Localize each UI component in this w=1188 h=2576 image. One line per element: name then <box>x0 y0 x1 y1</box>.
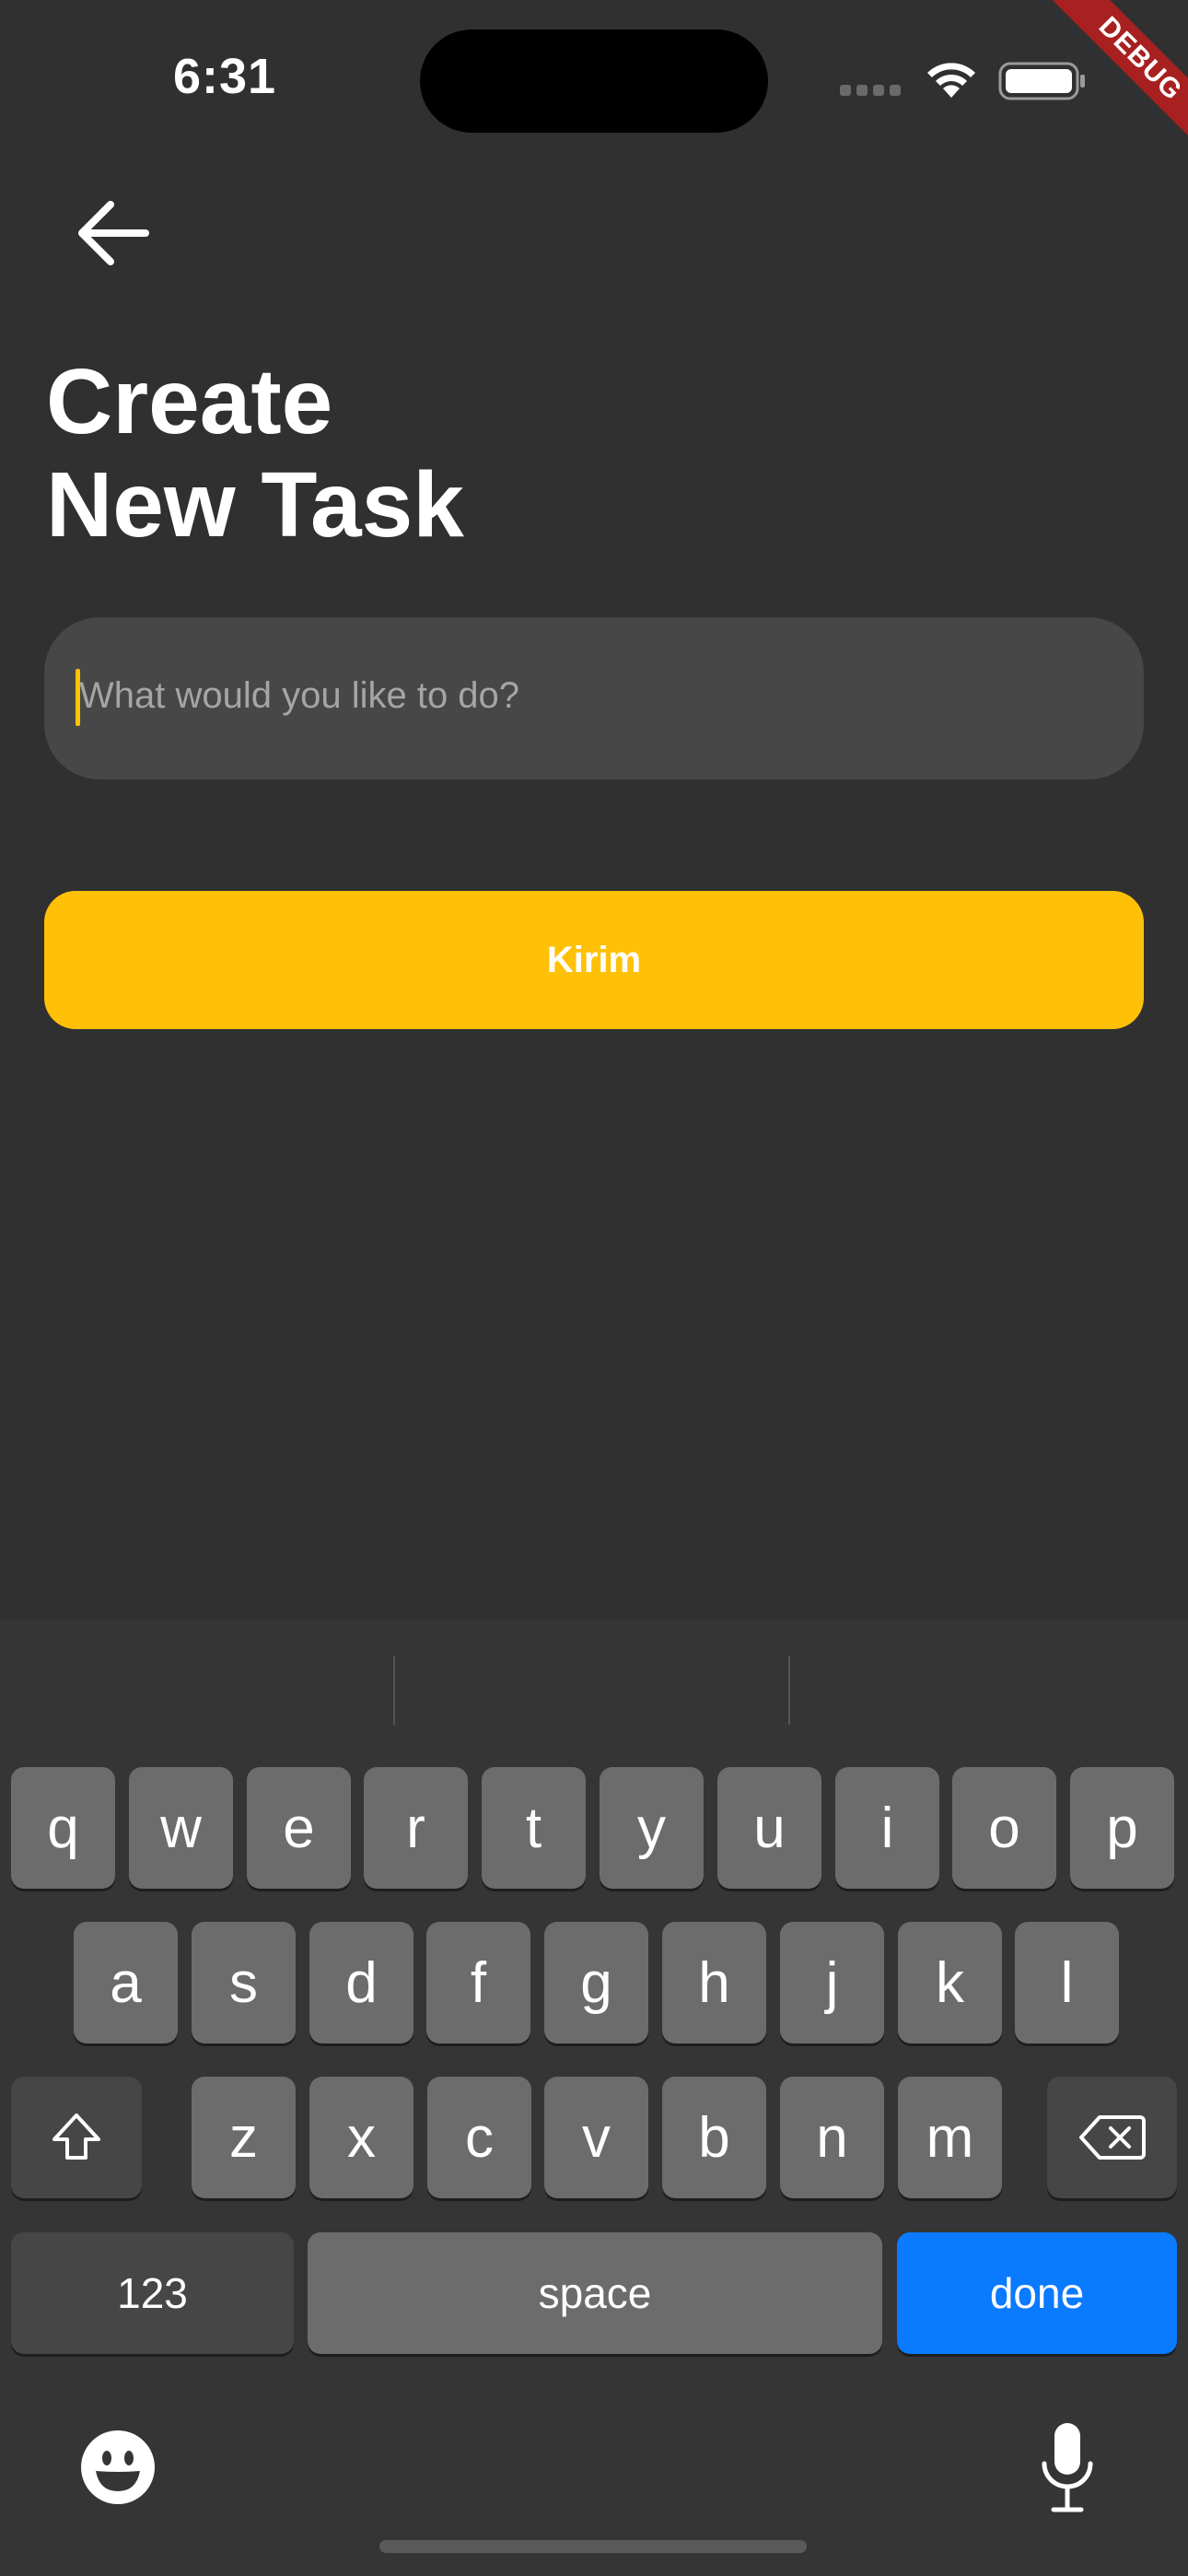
key-x[interactable]: x <box>309 2077 413 2198</box>
microphone-icon[interactable] <box>1039 2421 1096 2513</box>
submit-button-label: Kirim <box>546 939 642 980</box>
key-label: j <box>825 1950 839 2015</box>
arrow-left-icon[interactable] <box>70 192 153 275</box>
cellular-signal-icon <box>840 85 906 98</box>
key-v[interactable]: v <box>544 2077 648 2198</box>
key-o[interactable]: o <box>952 1767 1056 1889</box>
key-label: r <box>406 1796 425 1860</box>
key-e[interactable]: e <box>247 1767 351 1889</box>
key-p[interactable]: p <box>1070 1767 1174 1889</box>
key-y[interactable]: y <box>600 1767 704 1889</box>
key-w[interactable]: w <box>129 1767 233 1889</box>
key-g[interactable]: g <box>544 1922 648 2043</box>
numbers-key-label: 123 <box>117 2269 188 2317</box>
key-label: s <box>229 1950 258 2015</box>
key-c[interactable]: c <box>427 2077 531 2198</box>
key-k[interactable]: k <box>898 1922 1002 2043</box>
key-label: v <box>582 2105 611 2170</box>
key-label: i <box>880 1796 894 1860</box>
key-h[interactable]: h <box>662 1922 766 2043</box>
key-label: l <box>1060 1950 1074 2015</box>
suggestion-divider <box>393 1657 395 1725</box>
key-label: b <box>698 2105 730 2170</box>
status-time: 6:31 <box>173 49 277 104</box>
key-i[interactable]: i <box>835 1767 939 1889</box>
dynamic-island <box>420 29 768 133</box>
key-label: o <box>988 1796 1020 1860</box>
key-j[interactable]: j <box>780 1922 884 2043</box>
delete-key[interactable] <box>1047 2077 1177 2198</box>
key-label: d <box>345 1950 378 2015</box>
shift-key[interactable] <box>11 2077 142 2198</box>
key-label: x <box>347 2105 376 2170</box>
shift-icon <box>52 2113 100 2160</box>
wifi-icon <box>927 63 975 98</box>
submit-button[interactable]: Kirim <box>44 891 1144 1029</box>
key-label: q <box>47 1796 79 1860</box>
space-key[interactable]: space <box>308 2232 882 2354</box>
key-u[interactable]: u <box>717 1767 821 1889</box>
key-label: h <box>698 1950 730 2015</box>
key-t[interactable]: t <box>482 1767 586 1889</box>
space-key-label: space <box>538 2269 652 2317</box>
key-s[interactable]: s <box>192 1922 296 2043</box>
done-key-label: done <box>989 2269 1085 2317</box>
key-label: w <box>160 1796 202 1860</box>
key-label: n <box>816 2105 848 2170</box>
key-label: f <box>470 1950 487 2015</box>
numbers-key[interactable]: 123 <box>11 2232 294 2354</box>
key-label: g <box>580 1950 612 2015</box>
emoji-icon[interactable] <box>79 2429 157 2506</box>
page-title-line1: Create <box>46 350 333 453</box>
key-label: p <box>1106 1796 1138 1860</box>
key-r[interactable]: r <box>364 1767 468 1889</box>
key-label: y <box>637 1796 666 1860</box>
task-input-placeholder: What would you like to do? <box>79 675 520 716</box>
key-label: z <box>229 2105 258 2170</box>
key-label: t <box>525 1796 542 1860</box>
key-label: m <box>926 2105 974 2170</box>
key-l[interactable]: l <box>1015 1922 1119 2043</box>
backspace-icon <box>1078 2115 1146 2160</box>
key-q[interactable]: q <box>11 1767 115 1889</box>
page-title-line2: New Task <box>46 453 464 556</box>
key-d[interactable]: d <box>309 1922 413 2043</box>
key-label: c <box>465 2105 494 2170</box>
done-key[interactable]: done <box>897 2232 1177 2354</box>
key-label: e <box>283 1796 315 1860</box>
suggestion-divider <box>788 1657 790 1725</box>
page-title: Create New Task <box>46 350 464 556</box>
key-m[interactable]: m <box>898 2077 1002 2198</box>
debug-banner-label: DEBUG <box>1028 0 1188 166</box>
key-z[interactable]: z <box>192 2077 296 2198</box>
key-label: a <box>110 1950 142 2015</box>
home-indicator <box>379 2540 807 2553</box>
key-a[interactable]: a <box>74 1922 178 2043</box>
debug-banner: DEBUG <box>1022 0 1188 166</box>
key-b[interactable]: b <box>662 2077 766 2198</box>
key-n[interactable]: n <box>780 2077 884 2198</box>
key-label: k <box>936 1950 964 2015</box>
key-label: u <box>753 1796 786 1860</box>
key-f[interactable]: f <box>426 1922 530 2043</box>
